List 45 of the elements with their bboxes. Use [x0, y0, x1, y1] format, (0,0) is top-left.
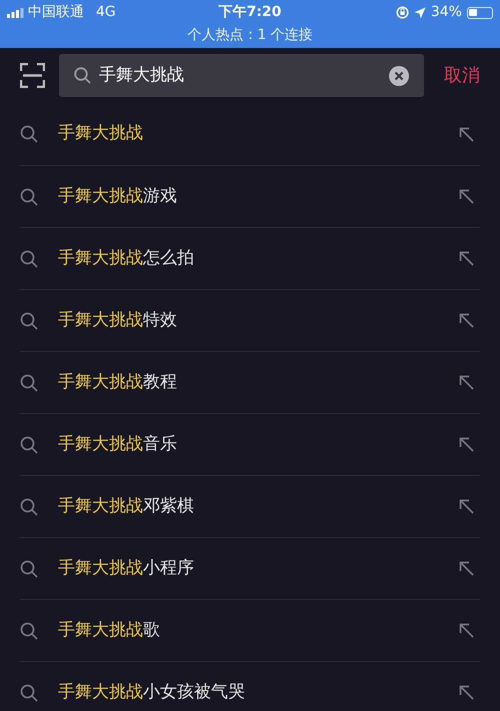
search-icon [20, 560, 38, 578]
search-query: 手舞大挑战 [99, 64, 185, 87]
suggestion-text[interactable]: 手舞大挑战特效 [58, 308, 439, 334]
fill-arrow-icon[interactable] [459, 499, 474, 514]
fill-arrow-icon[interactable] [459, 126, 474, 142]
fill-arrow-icon[interactable] [459, 623, 474, 638]
search-icon [20, 436, 38, 454]
network-type: 4G [96, 3, 116, 22]
rotation-lock-icon [396, 6, 409, 19]
suggestion-text[interactable]: 手舞大挑战怎么拍 [58, 246, 439, 272]
search-field[interactable]: 手舞大挑战 [59, 54, 424, 97]
search-icon [20, 250, 38, 268]
battery-percent: 34% [430, 3, 462, 22]
search-icon [20, 125, 38, 143]
fill-arrow-icon[interactable] [459, 375, 474, 390]
suggestion-text[interactable]: 手舞大挑战邓紫棋 [58, 494, 439, 520]
suggestion-text[interactable]: 手舞大挑战教程 [58, 370, 439, 396]
suggestion-text[interactable]: 手舞大挑战 [58, 121, 439, 147]
signal-icon [7, 8, 24, 18]
fill-arrow-icon[interactable] [459, 561, 474, 576]
fill-arrow-icon[interactable] [459, 251, 474, 266]
suggestion-text[interactable]: 手舞大挑战小程序 [58, 556, 439, 582]
search-icon [20, 498, 38, 516]
suggestion-text[interactable]: 手舞大挑战游戏 [58, 184, 439, 210]
search-icon [20, 684, 38, 702]
search-icon [20, 312, 38, 330]
hotspot-status: 个人热点：1 个连接 [187, 26, 313, 45]
location-arrow-icon [414, 6, 426, 18]
suggestion-text[interactable]: 手舞大挑战音乐 [58, 432, 439, 458]
search-icon [20, 188, 38, 206]
fill-arrow-icon[interactable] [459, 189, 474, 204]
suggestion-text[interactable]: 手舞大挑战小女孩被气哭 [58, 680, 439, 706]
scan-icon[interactable] [20, 63, 45, 88]
suggestion-text[interactable]: 手舞大挑战歌 [58, 618, 439, 644]
battery-icon [466, 6, 493, 18]
search-icon [20, 622, 38, 640]
fill-arrow-icon[interactable] [459, 685, 474, 700]
cancel-button[interactable]: 取消 [444, 62, 480, 89]
clear-icon[interactable] [389, 66, 409, 86]
search-icon [20, 374, 38, 392]
clock-time: 下午7:20 [218, 3, 282, 22]
fill-arrow-icon[interactable] [459, 313, 474, 328]
search-icon [74, 67, 91, 84]
carrier-name: 中国联通 [28, 3, 84, 22]
fill-arrow-icon[interactable] [459, 437, 474, 452]
